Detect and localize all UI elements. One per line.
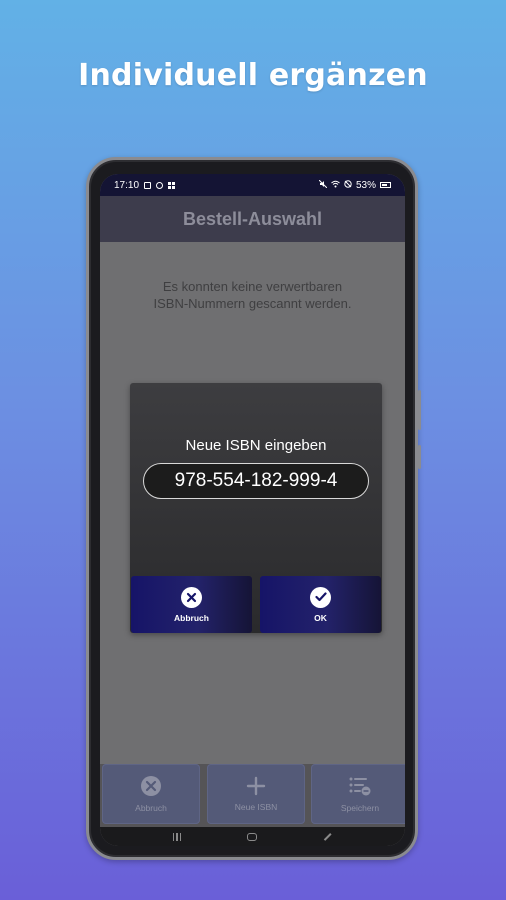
app-bar: Bestell-Auswahl (100, 196, 405, 242)
dialog-cancel-label: Abbruch (174, 612, 209, 623)
bottom-new-isbn-button[interactable]: Neue ISBN (207, 764, 305, 824)
phone-screen: 17:10 53% Bestell-Auswahl Es konnten kei… (100, 174, 405, 846)
dialog-title: Neue ISBN eingeben (185, 437, 327, 454)
bottom-save-button[interactable]: Speichern (311, 764, 405, 824)
bottom-new-isbn-label: Neue ISBN (234, 802, 278, 812)
volume-button (418, 390, 421, 430)
check-circle-icon (310, 586, 331, 608)
apps-grid-icon (168, 181, 176, 189)
battery-percent: 53% (355, 179, 376, 191)
gallery-icon (144, 181, 152, 189)
recent-apps-icon[interactable] (172, 832, 182, 841)
list-save-icon (349, 777, 371, 796)
isbn-input[interactable]: 978-554-182-999-4 (143, 463, 369, 499)
status-bar: 17:10 53% (100, 174, 405, 196)
empty-scan-message: Es konnten keine verwertbaren ISBN-Numme… (100, 278, 405, 312)
status-time: 17:10 (114, 179, 140, 191)
bottom-cancel-button[interactable]: Abbruch (102, 764, 200, 824)
bottom-cancel-label: Abbruch (135, 803, 167, 813)
alarm-icon (344, 179, 352, 191)
bottom-save-label: Speichern (340, 803, 380, 813)
notification-icon (156, 181, 164, 189)
home-icon[interactable] (247, 832, 258, 841)
plus-icon (246, 776, 266, 796)
dialog-cancel-button[interactable]: Abbruch (131, 576, 252, 633)
dialog-ok-label: OK (314, 612, 327, 623)
battery-icon (380, 182, 391, 188)
message-line-2: ISBN-Nummern gescannt werden. (153, 296, 352, 311)
isbn-dialog: Neue ISBN eingeben 978-554-182-999-4 Abb… (130, 383, 382, 633)
close-circle-icon (181, 586, 202, 608)
system-nav-bar (100, 827, 405, 846)
power-button (418, 445, 421, 469)
dialog-ok-button[interactable]: OK (260, 576, 381, 633)
close-circle-icon (141, 776, 161, 796)
app-title: Bestell-Auswahl (182, 208, 323, 229)
wifi-icon (331, 180, 340, 191)
bottom-action-bar: Abbruch Neue ISBN Speichern (100, 764, 405, 827)
mute-icon (318, 179, 328, 191)
back-icon[interactable] (323, 832, 332, 841)
message-line-1: Es konnten keine verwertbaren (162, 279, 343, 294)
phone-frame: 17:10 53% Bestell-Auswahl Es konnten kei… (86, 157, 421, 860)
headline: Individuell ergänzen (78, 58, 428, 93)
